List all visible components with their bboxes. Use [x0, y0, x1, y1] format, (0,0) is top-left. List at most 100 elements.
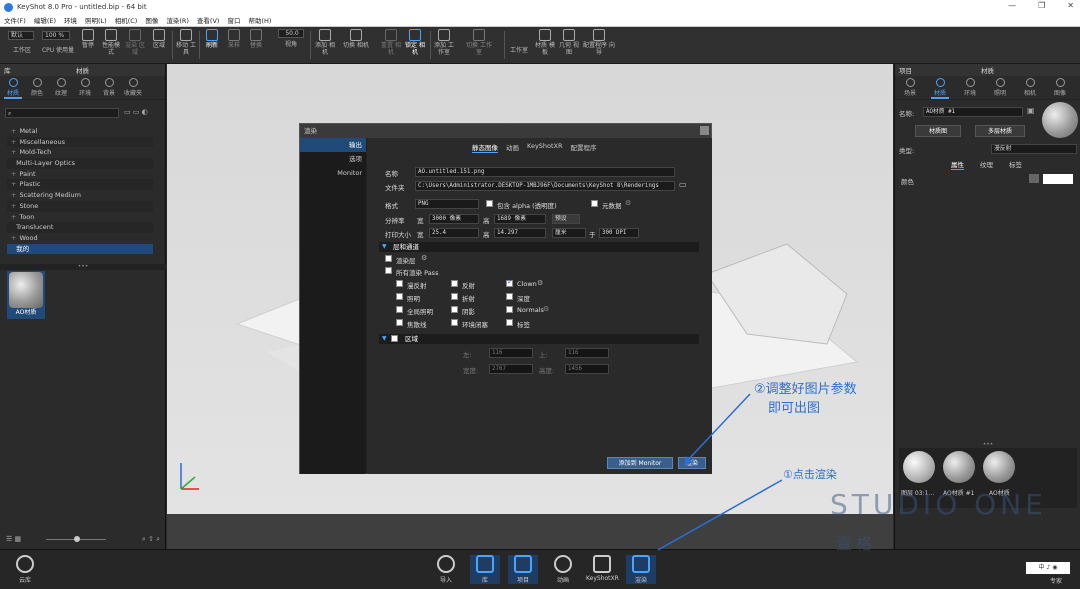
tab-environments[interactable]: 环境: [76, 76, 94, 99]
library-search-input[interactable]: ⌕: [5, 108, 119, 118]
render-region-button[interactable]: 渲染 区域: [124, 29, 146, 56]
animation-button[interactable]: 动画: [548, 555, 578, 584]
pass-ao-checkbox[interactable]: [451, 319, 458, 326]
print-width-input[interactable]: 25.4: [429, 228, 479, 238]
subtab-labels[interactable]: 标签: [1009, 159, 1022, 170]
region-top-input[interactable]: 116: [565, 348, 609, 358]
library-item-ao1[interactable]: [943, 451, 975, 483]
performance-mode-button[interactable]: 性能模式: [100, 29, 122, 56]
tree-item-toon[interactable]: + Toon: [7, 212, 153, 223]
folder-browse-icon[interactable]: ▭: [679, 180, 687, 189]
workspace-select[interactable]: 默认: [8, 31, 34, 40]
save-material-icon[interactable]: ▣: [1027, 106, 1035, 115]
fov-field[interactable]: 50.0: [278, 29, 304, 38]
workspace-button[interactable]: 工作区: [8, 47, 36, 54]
menu-image[interactable]: 图像: [145, 15, 158, 25]
pass-normals-checkbox[interactable]: [506, 306, 513, 313]
region-checkbox[interactable]: [391, 335, 398, 342]
material-template-button[interactable]: 材质 模板: [534, 29, 556, 56]
geometry-view-button[interactable]: 几何 视图: [558, 29, 580, 56]
restore-icon[interactable]: ❐: [1038, 1, 1045, 10]
clown-gear-icon[interactable]: ⚙: [537, 279, 543, 287]
tab-camera[interactable]: 相机: [1021, 76, 1039, 99]
pause-button[interactable]: 暂停: [78, 29, 98, 49]
tab-keyshotxr[interactable]: KeyShotXR: [527, 142, 563, 153]
format-select[interactable]: PNG: [415, 199, 479, 209]
subtab-textures[interactable]: 纹理: [980, 159, 993, 170]
menu-render[interactable]: 渲染(R): [166, 15, 189, 25]
color-swatch[interactable]: [1043, 174, 1073, 184]
menu-file[interactable]: 文件(F): [4, 15, 26, 25]
color-picker-icon[interactable]: [1029, 174, 1039, 183]
library-action-icons[interactable]: ⌕ ⇧ ⌕: [142, 535, 160, 544]
configurator-wizard-button[interactable]: 配置程序 向导: [582, 29, 616, 56]
tab-favorites[interactable]: 收藏夹: [124, 76, 142, 99]
name-input[interactable]: AO.untitled.151.png: [415, 167, 675, 177]
subtab-properties[interactable]: 属性: [951, 159, 964, 170]
tree-item-paint[interactable]: + Paint: [7, 169, 153, 180]
menu-camera[interactable]: 相机(C): [115, 15, 138, 25]
tree-item-misc[interactable]: + Miscellaneous: [7, 136, 153, 148]
studio-button[interactable]: 工作室: [506, 47, 532, 54]
render-bottom-button[interactable]: 渲染: [626, 555, 656, 584]
switch-camera-button[interactable]: 切换 相机: [343, 29, 369, 49]
lock-camera-button[interactable]: 锁定 相机: [404, 29, 426, 56]
region-height-input[interactable]: 1456: [565, 364, 609, 374]
metadata-checkbox[interactable]: [591, 200, 598, 207]
tab-configurator[interactable]: 配置程序: [571, 142, 597, 153]
pass-depth-checkbox[interactable]: [506, 293, 513, 300]
tab-material[interactable]: 材质: [931, 76, 949, 99]
pass-reflection-checkbox[interactable]: [451, 280, 458, 287]
tree-item-metal[interactable]: + Metal: [7, 126, 153, 137]
cpu-usage-label[interactable]: CPU 使用量: [38, 47, 78, 54]
nav-monitor[interactable]: Monitor: [300, 166, 366, 180]
pass-clown-checkbox[interactable]: [506, 278, 513, 287]
sample-button[interactable]: 采样: [224, 29, 244, 49]
dpi-select[interactable]: 300 DPI: [599, 228, 639, 238]
material-name-input[interactable]: AO材质 #1: [923, 107, 1023, 117]
nav-options[interactable]: 选项: [300, 152, 366, 166]
region-section-header[interactable]: ▼ 区域: [379, 334, 699, 344]
normals-gear-icon[interactable]: ⚙: [543, 305, 549, 313]
add-to-monitor-button[interactable]: 添加到 Monitor: [607, 457, 673, 469]
metadata-gear-icon[interactable]: ⚙: [625, 199, 631, 207]
preset-button[interactable]: 预设: [552, 214, 580, 224]
height-input[interactable]: 1689 像素: [494, 214, 546, 224]
alpha-checkbox[interactable]: [486, 200, 493, 207]
menu-edit[interactable]: 编辑(E): [34, 15, 56, 25]
tree-item-scattering[interactable]: + Scattering Medium: [7, 190, 153, 201]
pass-shadow-checkbox[interactable]: [451, 306, 458, 313]
region-width-input[interactable]: 2767: [489, 364, 533, 374]
tree-item-stone[interactable]: + Stone: [7, 200, 153, 212]
render-layers-checkbox[interactable]: [385, 255, 392, 262]
menu-window[interactable]: 窗口: [227, 15, 240, 25]
keyshotxr-button[interactable]: KeyShotXR: [586, 555, 619, 582]
layers-section-header[interactable]: ▼ 层和通道: [379, 242, 699, 252]
minimize-icon[interactable]: —: [1008, 1, 1016, 10]
material-thumb[interactable]: AO材质: [7, 271, 45, 319]
tree-item-plastic[interactable]: + Plastic: [7, 179, 153, 191]
pass-labels-checkbox[interactable]: [506, 319, 513, 326]
cloud-library-button[interactable]: 云库: [10, 555, 40, 584]
pass-caustics-checkbox[interactable]: [396, 319, 403, 326]
print-height-input[interactable]: 14.297: [494, 228, 546, 238]
reset-camera-button[interactable]: 重置 相机: [380, 29, 402, 56]
tree-item-mold-tech[interactable]: + Mold-Tech: [7, 147, 153, 158]
library-item-ball[interactable]: [903, 451, 935, 483]
layers-gear-icon[interactable]: ⚙: [421, 254, 427, 262]
tab-backgrounds[interactable]: 背景: [100, 76, 118, 99]
list-view-icon[interactable]: ☰ ▦: [6, 535, 21, 543]
tab-environment[interactable]: 环境: [961, 76, 979, 99]
menu-view[interactable]: 查看(V): [197, 15, 220, 25]
import-button[interactable]: 导入: [431, 555, 461, 584]
pass-gi-checkbox[interactable]: [396, 306, 403, 313]
library-button[interactable]: 库: [470, 555, 500, 584]
add-studio-button[interactable]: 添加 工作室: [432, 29, 456, 56]
all-passes-checkbox[interactable]: [385, 267, 392, 274]
tab-still-image[interactable]: 静态图像: [472, 142, 498, 153]
tab-scene[interactable]: 场景: [901, 76, 919, 99]
ime-indicator[interactable]: 中 ♪ ◉: [1026, 562, 1070, 574]
tree-item-mine[interactable]: 我的: [7, 243, 153, 255]
multi-layer-button[interactable]: 多层材质: [975, 125, 1025, 137]
menu-environment[interactable]: 环境: [64, 15, 77, 25]
